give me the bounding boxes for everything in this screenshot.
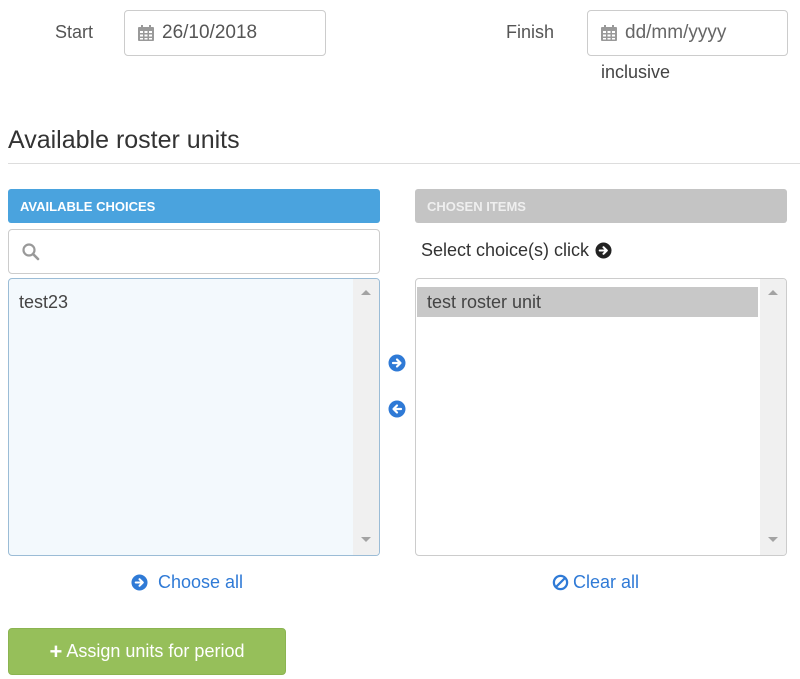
start-date-value: 26/10/2018 (162, 22, 258, 43)
available-list-scrollbar[interactable] (353, 279, 379, 555)
chosen-items-list[interactable]: test roster unit (415, 278, 787, 556)
calendar-icon (599, 23, 619, 43)
choose-all-link[interactable]: Choose all (131, 572, 243, 593)
finish-date-input[interactable]: dd/mm/yyyy (587, 10, 788, 56)
inclusive-note: inclusive (601, 62, 671, 82)
scroll-up-arrow-icon[interactable] (768, 290, 778, 295)
arrow-circle-right-icon[interactable] (388, 354, 406, 372)
section-divider (8, 163, 800, 164)
chosen-hint: Select choice(s) click (421, 240, 612, 261)
ban-icon (552, 574, 569, 591)
list-item[interactable]: test23 (9, 287, 351, 317)
chosen-hint-text: Select choice(s) click (421, 240, 590, 260)
available-choices-header: AVAILABLE CHOICES (8, 189, 380, 223)
available-search-input[interactable] (49, 230, 369, 273)
available-choices-list[interactable]: test23 (8, 278, 380, 556)
choose-all-label: Choose all (158, 572, 244, 592)
start-date-input[interactable]: 26/10/2018 (124, 10, 326, 56)
assign-units-label: Assign units for period (66, 641, 245, 661)
scroll-down-arrow-icon[interactable] (768, 537, 778, 542)
assign-units-button[interactable]: + Assign units for period (8, 628, 286, 675)
search-icon (22, 243, 40, 261)
arrow-circle-left-icon[interactable] (388, 400, 406, 418)
finish-date-placeholder: dd/mm/yyyy (625, 22, 727, 43)
start-label: Start (55, 22, 94, 42)
arrow-circle-right-icon (595, 242, 612, 259)
clear-all-link[interactable]: Clear all (552, 572, 639, 593)
finish-label: Finish (506, 22, 555, 42)
chosen-items-header: CHOSEN ITEMS (415, 189, 787, 223)
available-search-box[interactable] (8, 229, 380, 274)
scroll-up-arrow-icon[interactable] (361, 290, 371, 295)
list-item[interactable]: test roster unit (417, 287, 758, 317)
section-title: Available roster units (8, 126, 240, 154)
plus-icon: + (49, 638, 63, 664)
calendar-icon (136, 23, 156, 43)
arrow-circle-right-icon (131, 574, 148, 591)
scroll-down-arrow-icon[interactable] (361, 537, 371, 542)
chosen-list-scrollbar[interactable] (760, 279, 786, 555)
clear-all-label: Clear all (573, 572, 640, 592)
